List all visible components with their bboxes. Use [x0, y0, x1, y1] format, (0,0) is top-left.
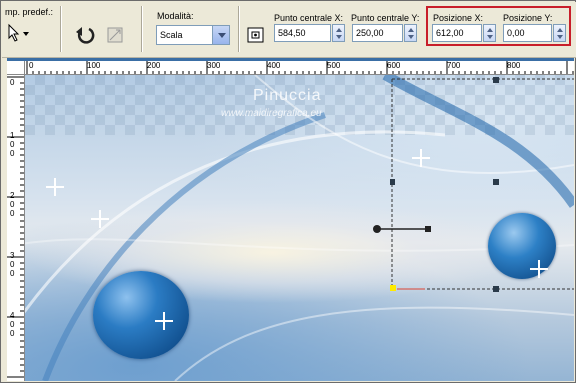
center-y-field[interactable]: 250,00: [352, 24, 403, 42]
ruler-label: 4 0 0: [10, 311, 15, 338]
ruler-label: 3 0 0: [10, 251, 15, 278]
mode-select[interactable]: Scala: [156, 25, 230, 45]
mode-label: Modalità:: [157, 11, 194, 21]
ruler-label: 600: [387, 61, 401, 70]
mode-select-value: Scala: [160, 30, 183, 40]
ruler-label: 700: [447, 61, 461, 70]
ruler-vertical: 0 1 0 0 2 0 0 3 0 0 4 0 0: [7, 75, 25, 381]
reset-button[interactable]: [74, 24, 96, 46]
center-target-icon: [247, 27, 264, 43]
ruler-label: 500: [327, 61, 341, 70]
ruler-label: 0: [29, 61, 34, 70]
center-x-label: Punto centrale X:: [274, 13, 344, 23]
ruler-label: 1 0 0: [10, 131, 15, 158]
center-x-spinner[interactable]: [332, 24, 345, 42]
ruler-corner: [7, 61, 25, 75]
ruler-label: 100: [87, 61, 101, 70]
pointer-arrow-icon: [8, 23, 29, 42]
separator: [60, 6, 62, 52]
chevron-down-icon[interactable]: [212, 26, 229, 44]
ruler-label: 300: [207, 61, 221, 70]
ruler-label: 400: [267, 61, 281, 70]
position-highlight-box: [426, 6, 571, 46]
center-y-label: Punto centrale Y:: [351, 13, 420, 23]
ruler-label: 0: [10, 78, 15, 87]
center-point-button[interactable]: [246, 25, 268, 47]
preset-label: mp. predef.:: [5, 7, 54, 17]
reset-arrow-icon: [76, 27, 95, 44]
ruler-label: 800: [507, 61, 521, 70]
ruler-horizontal: 0 100 200 300 400 500 600 700 800: [25, 61, 574, 75]
center-y-spinner[interactable]: [404, 24, 417, 42]
ruler-horizontal-ticks: [26, 61, 574, 74]
center-x-field[interactable]: 584,50: [274, 24, 331, 42]
separator: [238, 6, 240, 52]
separator: [141, 6, 143, 52]
ruler-label: 200: [147, 61, 161, 70]
ruler-label: 2 0 0: [10, 191, 15, 218]
image-canvas[interactable]: Pinuccia www.maidiregrafica.eu: [25, 75, 574, 381]
preset-picker-button[interactable]: [5, 22, 29, 44]
app-window: mp. predef.: Modalità: Scala Punto centr…: [0, 0, 576, 383]
transform-overlay[interactable]: [25, 75, 574, 381]
apply-button[interactable]: [104, 24, 126, 46]
transform-disabled-icon: [107, 27, 123, 43]
